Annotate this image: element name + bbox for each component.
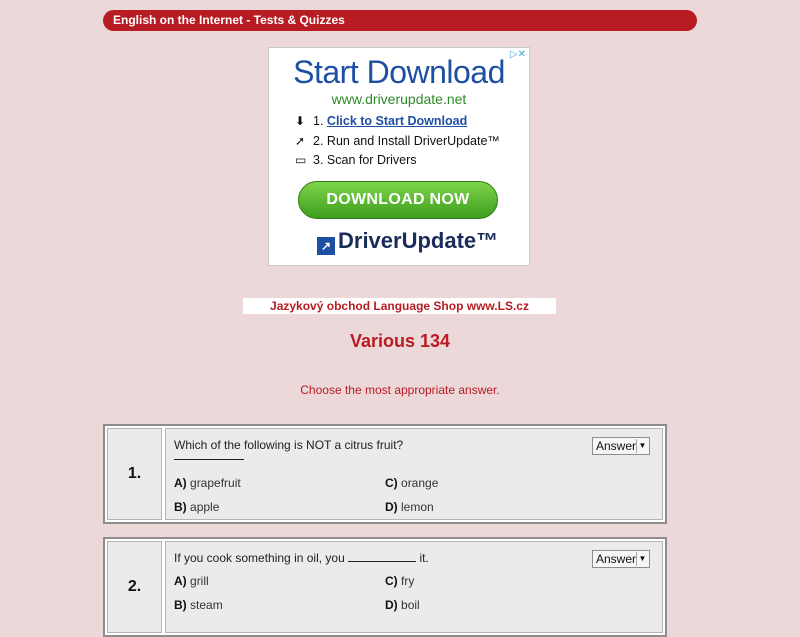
ad-step-2: ➚ 2. Run and Install DriverUpdate™ bbox=[295, 134, 500, 148]
question-text: If you cook something in oil, you it. bbox=[174, 551, 429, 565]
option-d: D) boil bbox=[385, 598, 420, 612]
question-number: 2. bbox=[107, 541, 162, 633]
ad-step-1[interactable]: ⬇ 1. Click to Start Download bbox=[295, 114, 467, 128]
question-body: Which of the following is NOT a citrus f… bbox=[165, 428, 663, 520]
download-icon: ⬇ bbox=[295, 114, 306, 128]
answer-select[interactable]: Answer ▼ bbox=[592, 550, 650, 568]
question-text: Which of the following is NOT a citrus f… bbox=[174, 438, 404, 452]
option-b: B) steam bbox=[174, 598, 223, 612]
question-2: 2. If you cook something in oil, you it.… bbox=[103, 537, 667, 637]
option-a: A) grapefruit bbox=[174, 476, 241, 490]
option-c: C) fry bbox=[385, 574, 415, 588]
option-d: D) lemon bbox=[385, 500, 434, 514]
instructions-text: Choose the most appropriate answer. bbox=[300, 383, 500, 397]
start-download-link[interactable]: Click to Start Download bbox=[327, 114, 467, 128]
option-b: B) apple bbox=[174, 500, 220, 514]
download-now-button[interactable]: DOWNLOAD NOW bbox=[298, 181, 498, 219]
site-header-bar[interactable]: English on the Internet - Tests & Quizze… bbox=[103, 10, 697, 31]
driverupdate-icon: ↗ bbox=[317, 237, 335, 255]
ad-url: www.driverupdate.net bbox=[331, 91, 467, 107]
site-title[interactable]: English on the Internet - Tests & Quizze… bbox=[113, 13, 345, 27]
driverupdate-logo[interactable]: ↗ DriverUpdate™ bbox=[317, 228, 498, 255]
answer-select[interactable]: Answer ▼ bbox=[592, 437, 650, 455]
answer-blank bbox=[348, 551, 417, 562]
chevron-down-icon: ▼ bbox=[636, 552, 648, 566]
question-1: 1. Which of the following is NOT a citru… bbox=[103, 424, 667, 524]
page-title: Various 134 bbox=[349, 331, 451, 351]
cursor-icon: ➚ bbox=[295, 134, 306, 148]
language-shop-link[interactable]: Jazykový obchod Language Shop www.LS.cz bbox=[243, 298, 556, 314]
question-body: If you cook something in oil, you it. An… bbox=[165, 541, 663, 633]
advertisement-banner[interactable]: ▷✕ Start Download www.driverupdate.net ⬇… bbox=[268, 47, 530, 266]
answer-blank bbox=[174, 459, 244, 460]
chevron-down-icon: ▼ bbox=[636, 439, 648, 453]
ad-title: Start Download bbox=[293, 54, 505, 90]
option-a: A) grill bbox=[174, 574, 209, 588]
question-number: 1. bbox=[107, 428, 162, 520]
option-c: C) orange bbox=[385, 476, 439, 490]
ad-step-3: ▭ 3. Scan for Drivers bbox=[295, 153, 417, 167]
monitor-icon: ▭ bbox=[295, 153, 307, 167]
